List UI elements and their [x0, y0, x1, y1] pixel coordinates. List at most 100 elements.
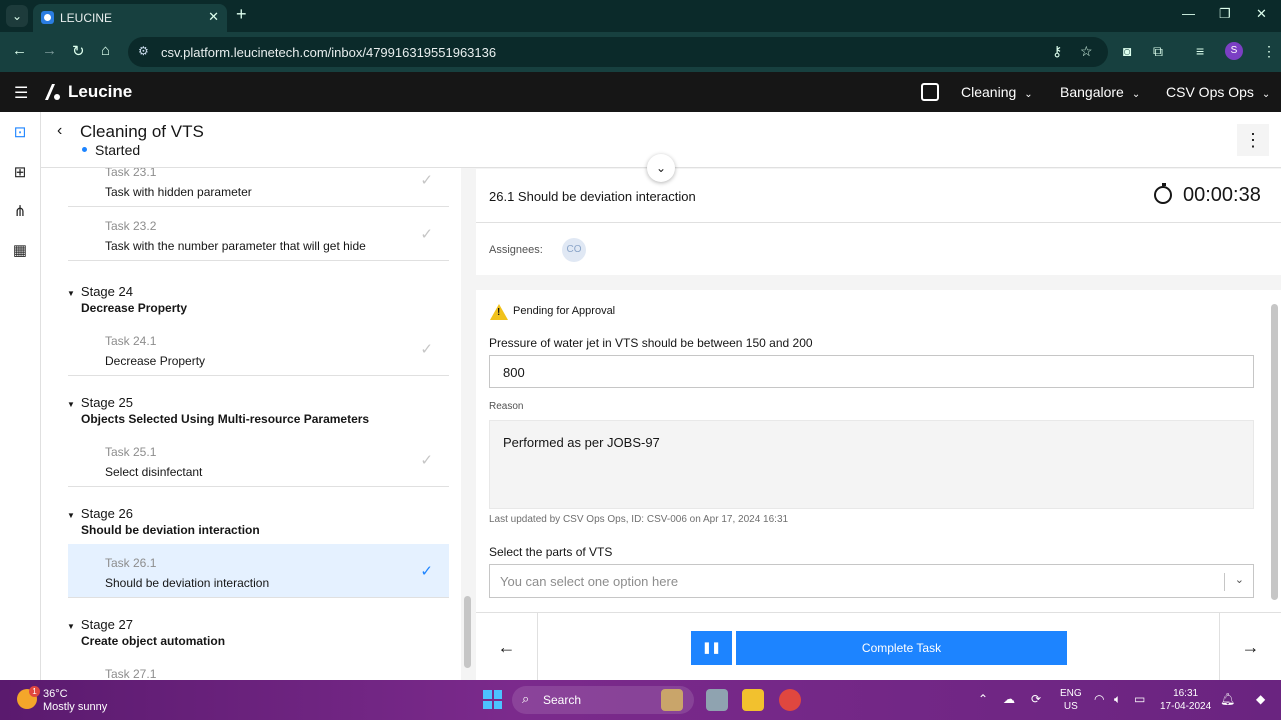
- stage-header[interactable]: ▼ Stage 24: [67, 284, 133, 299]
- site-info-icon[interactable]: ⚙: [138, 44, 149, 58]
- hamburger-menu-icon[interactable]: ☰: [14, 83, 28, 103]
- select-placeholder: You can select one option here: [500, 574, 679, 589]
- close-tab-icon[interactable]: ✕: [208, 9, 219, 25]
- reload-icon[interactable]: ↻: [72, 42, 85, 60]
- stage-name: Should be deviation interaction: [81, 523, 260, 537]
- task-list-item[interactable]: Task 23.1 Task with hidden parameter ✓: [68, 168, 449, 207]
- checkmark-icon: ✓: [420, 341, 433, 358]
- pause-button[interactable]: ❚❚: [691, 631, 732, 665]
- windows-start-icon[interactable]: [483, 690, 502, 709]
- checkmark-icon: ✓: [420, 563, 433, 580]
- chevron-down-icon[interactable]: ⌄: [1235, 573, 1244, 586]
- back-chevron-icon[interactable]: ‹: [57, 122, 62, 140]
- process-icon[interactable]: ⊞: [11, 164, 29, 182]
- search-icon: ⌕: [522, 691, 530, 706]
- task-view-icon[interactable]: [706, 689, 728, 711]
- bookmark-star-icon[interactable]: ☆: [1080, 43, 1093, 60]
- leucine-logo-icon: [45, 84, 60, 100]
- extensions-puzzle-icon[interactable]: ⧉: [1153, 43, 1163, 60]
- weather-description[interactable]: Mostly sunny: [43, 701, 107, 713]
- password-key-icon[interactable]: ⚷: [1052, 43, 1062, 60]
- location-dropdown-label: Bangalore: [1060, 84, 1124, 100]
- media-control-icon[interactable]: ≡: [1196, 43, 1204, 59]
- stage-header[interactable]: ▼ Stage 25: [67, 395, 133, 410]
- tray-expand-icon[interactable]: ⌃: [978, 692, 988, 706]
- task-list-item[interactable]: Task 24.1 Decrease Property ✓: [68, 322, 449, 376]
- minimize-button[interactable]: —: [1182, 6, 1195, 21]
- system-clock[interactable]: 16:31 17-04-2024: [1160, 687, 1211, 713]
- expand-chevron-icon[interactable]: ⌄: [647, 154, 675, 182]
- close-window-button[interactable]: ✕: [1256, 6, 1267, 22]
- task-list-item-active[interactable]: Task 26.1 Should be deviation interactio…: [68, 544, 449, 598]
- home-icon[interactable]: ⌂: [101, 42, 110, 59]
- task-number: Task 24.1: [105, 334, 157, 348]
- task-name: Task with hidden parameter: [105, 185, 252, 199]
- profile-avatar[interactable]: S: [1225, 42, 1243, 60]
- app-header: ☰ Leucine Cleaning ⌄ Bangalore ⌄ CSV Ops O…: [0, 72, 1281, 112]
- chevron-down-icon: ⌄: [1024, 89, 1033, 100]
- pending-approval-text: Pending for Approval: [513, 305, 616, 317]
- task-title: 26.1 Should be deviation interaction: [489, 189, 696, 204]
- location-dropdown[interactable]: Bangalore ⌄: [1060, 84, 1140, 100]
- reason-label: Reason: [489, 401, 524, 412]
- language-indicator[interactable]: ENG US: [1060, 687, 1082, 713]
- complete-task-button[interactable]: Complete Task: [736, 631, 1067, 665]
- reason-textarea[interactable]: Performed as per JOBS-97: [489, 420, 1254, 509]
- pressure-number-input[interactable]: 800: [489, 355, 1254, 388]
- sync-icon[interactable]: ⟳: [1031, 692, 1041, 706]
- wifi-icon[interactable]: ◠: [1094, 692, 1104, 706]
- forward-arrow-icon[interactable]: →: [42, 42, 57, 59]
- assignee-avatar[interactable]: CO: [562, 238, 586, 262]
- browser-tab[interactable]: LEUCINE ✕: [33, 4, 227, 32]
- address-bar[interactable]: ⚙ csv.platform.leucinetech.com/inbox/479…: [128, 37, 1108, 67]
- task-name: Task with the number parameter that will…: [105, 239, 366, 253]
- facility-dropdown[interactable]: Cleaning ⌄: [961, 84, 1033, 100]
- calculator-icon[interactable]: ▦: [11, 242, 29, 260]
- task-body-scroll-thumb[interactable]: [1271, 304, 1278, 600]
- inbox-icon[interactable]: ⊡: [11, 124, 29, 142]
- task-list-item[interactable]: Task 25.1 Select disinfectant ✓: [68, 433, 449, 487]
- task-body: ! Pending for Approval Pressure of water…: [476, 290, 1269, 612]
- new-tab-button[interactable]: +: [236, 4, 247, 25]
- browser-tab-bar: ⌄ LEUCINE ✕ + — ❐ ✕: [0, 0, 1281, 32]
- widget-app-icon[interactable]: [661, 689, 683, 711]
- stage-header[interactable]: ▼ Stage 26: [67, 506, 133, 521]
- camera-extension-icon[interactable]: ◙: [1123, 43, 1131, 59]
- task-timer: 00:00:38: [1183, 184, 1261, 206]
- maximize-button[interactable]: ❐: [1219, 6, 1231, 22]
- cloud-icon[interactable]: ☁: [1003, 692, 1015, 706]
- file-explorer-icon[interactable]: [742, 689, 764, 711]
- previous-task-arrow-icon[interactable]: ←: [476, 613, 538, 681]
- task-list-scroll-thumb[interactable]: [464, 596, 471, 668]
- task-body-scrollbar[interactable]: [1269, 290, 1281, 612]
- scan-icon[interactable]: [921, 83, 939, 101]
- job-status: Started: [95, 142, 141, 158]
- collapse-triangle-icon: ▼: [67, 289, 75, 298]
- last-updated-text: Last updated by CSV Ops Ops, ID: CSV-006…: [489, 514, 789, 525]
- brand-name: Leucine: [68, 82, 133, 101]
- copilot-icon[interactable]: ◆: [1256, 692, 1265, 706]
- parts-select[interactable]: You can select one option here ⌄: [489, 564, 1254, 598]
- user-dropdown[interactable]: CSV Ops Ops ⌄: [1166, 84, 1270, 100]
- notification-bell-icon[interactable]: 🔔︎: [1220, 692, 1235, 706]
- back-arrow-icon[interactable]: ←: [12, 42, 27, 59]
- chrome-icon[interactable]: [779, 689, 801, 711]
- stage-header[interactable]: ▼ Stage 27: [67, 617, 133, 632]
- page-title: Cleaning of VTS: [80, 122, 204, 141]
- left-nav-rail: ⊡ ⊞ ⋔ ▦: [0, 112, 41, 680]
- url-text[interactable]: csv.platform.leucinetech.com/inbox/47991…: [161, 45, 496, 60]
- task-list-item[interactable]: Task 27.1: [68, 655, 449, 680]
- task-list-item[interactable]: Task 23.2 Task with the number parameter…: [68, 207, 449, 261]
- stage-number: Stage 25: [80, 395, 133, 410]
- tab-title: LEUCINE: [60, 11, 113, 25]
- browser-menu-icon[interactable]: ⋮: [1262, 43, 1276, 60]
- checkmark-icon: ✓: [420, 172, 433, 189]
- next-task-arrow-icon[interactable]: →: [1219, 613, 1281, 681]
- tab-search-button[interactable]: ⌄: [6, 5, 28, 27]
- more-options-icon[interactable]: ⋮: [1237, 124, 1269, 156]
- volume-icon[interactable]: 🔈︎: [1114, 692, 1121, 707]
- temperature[interactable]: 36°C: [43, 688, 68, 700]
- hierarchy-icon[interactable]: ⋔: [11, 203, 29, 221]
- lang-line2: US: [1063, 701, 1078, 712]
- battery-icon[interactable]: ▭: [1134, 692, 1145, 706]
